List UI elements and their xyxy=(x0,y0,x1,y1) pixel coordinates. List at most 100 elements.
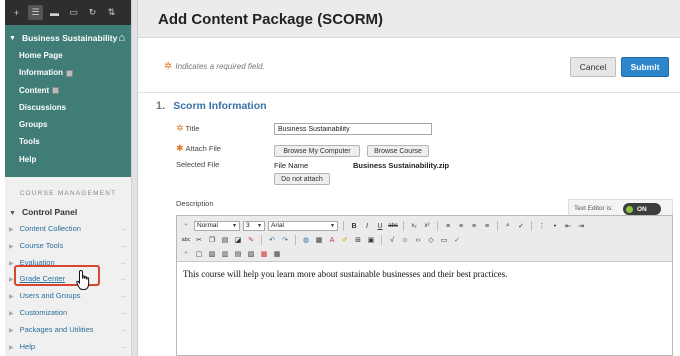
cut-icon[interactable]: ✂ xyxy=(194,235,204,245)
course-sidebar: + ☰ ▬ ▭ ↻ ⇅ ▼ Business Sustainability ⌂ … xyxy=(5,0,131,356)
cp-item-users-and-groups[interactable]: ▶ Users and Groups → xyxy=(5,288,131,305)
course-menu-header[interactable]: ▼ Business Sustainability ⌂ xyxy=(5,29,131,47)
cp-item-content-collection[interactable]: ▶ Content Collection → xyxy=(5,221,131,238)
embed-icon[interactable]: ▣ xyxy=(366,235,376,245)
insert-mashup-icon[interactable]: ▦ xyxy=(272,249,282,259)
course-menu-item-groups[interactable]: Groups xyxy=(5,116,131,133)
align-right-icon[interactable]: ≡ xyxy=(469,221,479,231)
toolbar-separator xyxy=(295,235,296,245)
indent-icon[interactable]: ⇥ xyxy=(576,221,586,231)
browse-course-button[interactable]: Browse Course xyxy=(367,145,429,157)
browse-my-computer-button[interactable]: Browse My Computer xyxy=(274,145,360,157)
cp-item-packages-and-utilities[interactable]: ▶ Packages and Utilities → xyxy=(5,322,131,339)
italic-icon[interactable]: I xyxy=(362,221,372,231)
superscript-icon[interactable]: x² xyxy=(422,221,432,231)
arrow-right-icon: → xyxy=(119,324,127,334)
hand-cursor-icon xyxy=(76,269,90,290)
html-icon[interactable]: ◇ xyxy=(426,235,436,245)
table-icon[interactable]: ▦ xyxy=(314,235,324,245)
list-icon[interactable]: ☰ xyxy=(28,5,43,20)
course-menu-item-information[interactable]: Information xyxy=(5,64,131,81)
expand-toolbar-icon[interactable]: ⁺ xyxy=(181,249,191,259)
section-title: 1. Scorm Information xyxy=(156,100,267,112)
insert-image-icon[interactable]: ▨ xyxy=(207,249,217,259)
course-menu-item-help[interactable]: Help xyxy=(5,151,131,168)
cp-item-help[interactable]: ▶ Help → xyxy=(5,339,131,356)
underline-icon[interactable]: U xyxy=(375,221,385,231)
course-title[interactable]: Business Sustainability xyxy=(22,33,118,43)
highlight-icon[interactable]: ✐ xyxy=(340,235,350,245)
file-name-value: Business Sustainability.zip xyxy=(353,161,450,170)
align-left-icon[interactable]: ≡ xyxy=(443,221,453,231)
sort-icon[interactable]: ⇅ xyxy=(104,5,119,20)
emoticon-icon[interactable]: ☺ xyxy=(400,235,410,245)
strikethrough-icon[interactable]: abc xyxy=(388,221,398,231)
insert-media-icon[interactable]: ▥ xyxy=(220,249,230,259)
insert-audio-icon[interactable]: ▤ xyxy=(233,249,243,259)
home-icon[interactable]: ⌂ xyxy=(118,32,125,44)
course-menu-item-content[interactable]: Content xyxy=(5,82,131,99)
title-label: ✲ Title xyxy=(176,123,200,133)
panel-icon[interactable]: ▭ xyxy=(66,5,81,20)
page-title: Add Content Package (SCORM) xyxy=(158,11,384,28)
align-center-icon[interactable]: ≡ xyxy=(456,221,466,231)
outdent-icon[interactable]: ⇤ xyxy=(563,221,573,231)
collapse-triangle-icon[interactable]: ▼ xyxy=(9,210,16,217)
font-size-select[interactable]: 3 xyxy=(243,221,265,231)
text-editor-toggle[interactable]: ON xyxy=(623,203,661,215)
source-code-icon[interactable]: ‹› xyxy=(413,235,423,245)
find-icon[interactable]: ⌕ xyxy=(503,221,513,231)
refresh-icon[interactable]: ↻ xyxy=(85,5,100,20)
math-icon[interactable]: √ xyxy=(387,235,397,245)
required-asterisk-icon: ✱ xyxy=(176,143,184,153)
justify-icon[interactable]: ≡ xyxy=(482,221,492,231)
plus-icon[interactable]: + xyxy=(9,5,24,20)
paste-icon[interactable]: ▤ xyxy=(220,235,230,245)
format-select[interactable]: Normal xyxy=(194,221,240,231)
cancel-button[interactable]: Cancel xyxy=(570,57,616,77)
globe-icon[interactable]: ◍ xyxy=(301,235,311,245)
insert-flash-icon[interactable]: ▩ xyxy=(259,249,269,259)
insert-video-icon[interactable]: ▧ xyxy=(246,249,256,259)
file-name-label: File Name xyxy=(274,161,309,170)
spellcheck-abc-icon[interactable]: abc xyxy=(181,235,191,245)
check-icon[interactable]: ✓ xyxy=(452,235,462,245)
font-family-select[interactable]: Arial xyxy=(268,221,338,231)
bold-icon[interactable]: B xyxy=(349,221,359,231)
course-menu-item-discussions[interactable]: Discussions xyxy=(5,99,131,116)
attach-file-label: ✱ Attach File xyxy=(176,143,221,153)
rich-text-editor: ⁺ Normal 3 Arial B I U abc x₂ x² ≡ ≡ ≡ ≡… xyxy=(176,215,673,356)
collapse-triangle-icon[interactable]: ▼ xyxy=(9,35,16,42)
undo-icon[interactable]: ↶ xyxy=(267,235,277,245)
control-panel-header[interactable]: ▼ Control Panel xyxy=(5,203,131,221)
numbered-list-icon[interactable]: ⋮ xyxy=(537,221,547,231)
toolbar-separator xyxy=(437,221,438,231)
preview-icon[interactable]: ▭ xyxy=(439,235,449,245)
title-input[interactable] xyxy=(274,123,432,135)
expand-toolbar-icon[interactable]: ⁺ xyxy=(181,221,191,231)
clear-format-icon[interactable]: ◪ xyxy=(233,235,243,245)
arrow-right-icon: → xyxy=(119,341,127,351)
course-menu-item-tools[interactable]: Tools xyxy=(5,133,131,150)
course-menu-item-home-page[interactable]: Home Page xyxy=(5,47,131,64)
redo-icon[interactable]: ↷ xyxy=(280,235,290,245)
text-color-icon[interactable]: A xyxy=(327,235,337,245)
cp-item-customization[interactable]: ▶ Customization → xyxy=(5,305,131,322)
bullet-list-icon[interactable]: • xyxy=(550,221,560,231)
folder-icon[interactable]: ▬ xyxy=(47,5,62,20)
copy-icon[interactable]: ❐ xyxy=(207,235,217,245)
submit-button[interactable]: Submit xyxy=(621,57,669,77)
cp-item-course-tools[interactable]: ▶ Course Tools → xyxy=(5,238,131,255)
insert-file-icon[interactable]: ▢ xyxy=(194,249,204,259)
subscript-icon[interactable]: x₂ xyxy=(409,221,419,231)
spellcheck-icon[interactable]: ✓ xyxy=(516,221,526,231)
editor-content[interactable]: This course will help you learn more abo… xyxy=(177,262,672,286)
toggle-dot-icon xyxy=(626,205,633,213)
toolbar-separator xyxy=(381,235,382,245)
do-not-attach-button[interactable]: Do not attach xyxy=(274,173,330,185)
insert-object-icon[interactable]: ⊞ xyxy=(353,235,363,245)
toolbar-row: ⁺ Normal 3 Arial B I U abc x₂ x² ≡ ≡ ≡ ≡… xyxy=(177,219,672,233)
required-asterisk-icon: ✲ xyxy=(164,61,173,72)
sidebar-collapse-handle[interactable] xyxy=(131,0,138,356)
remove-format-icon[interactable]: ✎ xyxy=(246,235,256,245)
